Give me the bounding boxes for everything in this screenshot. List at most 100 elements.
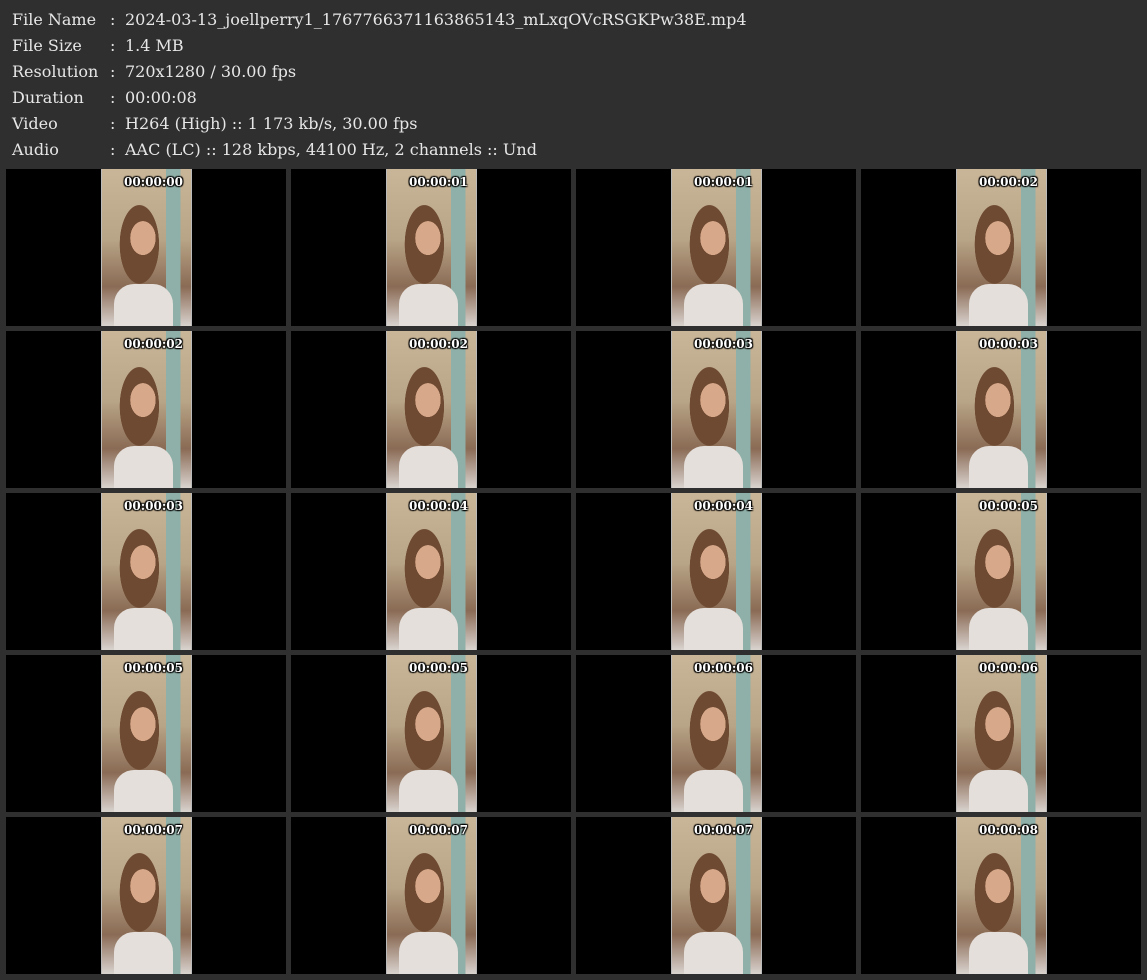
thumbnail-cell[interactable]: 00:00:02 bbox=[291, 331, 571, 488]
thumbnail-cell[interactable]: 00:00:01 bbox=[291, 169, 571, 326]
thumbnail-grid: 00:00:00 00:00:01 00:00:01 00:00:02 00:0… bbox=[6, 169, 1145, 979]
video-frame-image bbox=[672, 493, 761, 650]
video-frame-thumbnail: 00:00:01 bbox=[386, 169, 477, 326]
video-frame-thumbnail: 00:00:01 bbox=[671, 169, 762, 326]
thumbnail-cell[interactable]: 00:00:03 bbox=[576, 331, 856, 488]
thumbnail-cell[interactable]: 00:00:06 bbox=[861, 655, 1141, 812]
video-frame-thumbnail: 00:00:03 bbox=[671, 331, 762, 488]
thumbnail-cell[interactable]: 00:00:07 bbox=[6, 817, 286, 974]
thumbnail-cell[interactable]: 00:00:08 bbox=[861, 817, 1141, 974]
info-row-duration: Duration : 00:00:08 bbox=[0, 85, 1147, 111]
video-frame-thumbnail: 00:00:08 bbox=[956, 817, 1047, 974]
thumbnail-cell[interactable]: 00:00:04 bbox=[576, 493, 856, 650]
video-frame-image bbox=[672, 817, 761, 974]
info-value: 2024-03-13_joellperry1_17677663711638651… bbox=[125, 10, 747, 29]
video-frame-thumbnail: 00:00:05 bbox=[386, 655, 477, 812]
thumbnail-cell[interactable]: 00:00:05 bbox=[6, 655, 286, 812]
info-row-file-size: File Size : 1.4 MB bbox=[0, 33, 1147, 59]
timestamp-label: 00:00:03 bbox=[979, 337, 1038, 351]
timestamp-label: 00:00:02 bbox=[979, 175, 1038, 189]
video-frame-thumbnail: 00:00:02 bbox=[386, 331, 477, 488]
info-value: 720x1280 / 30.00 fps bbox=[125, 62, 297, 81]
video-frame-image bbox=[102, 493, 191, 650]
timestamp-label: 00:00:01 bbox=[409, 175, 468, 189]
timestamp-label: 00:00:07 bbox=[124, 823, 183, 837]
info-row-audio: Audio : AAC (LC) :: 128 kbps, 44100 Hz, … bbox=[0, 137, 1147, 163]
timestamp-label: 00:00:02 bbox=[409, 337, 468, 351]
video-frame-thumbnail: 00:00:03 bbox=[956, 331, 1047, 488]
video-frame-image bbox=[957, 169, 1046, 326]
info-separator: : bbox=[110, 36, 116, 55]
video-frame-image bbox=[957, 817, 1046, 974]
media-info-panel: File Name : 2024-03-13_joellperry1_17677… bbox=[0, 0, 1147, 167]
thumbnail-cell[interactable]: 00:00:02 bbox=[861, 169, 1141, 326]
video-frame-thumbnail: 00:00:04 bbox=[386, 493, 477, 650]
info-label: Duration bbox=[12, 88, 84, 107]
info-value: AAC (LC) :: 128 kbps, 44100 Hz, 2 channe… bbox=[125, 140, 537, 159]
video-frame-thumbnail: 00:00:04 bbox=[671, 493, 762, 650]
info-separator: : bbox=[110, 62, 116, 81]
video-frame-image bbox=[957, 655, 1046, 812]
timestamp-label: 00:00:04 bbox=[694, 499, 753, 513]
video-frame-image bbox=[102, 169, 191, 326]
thumbnail-cell[interactable]: 00:00:03 bbox=[6, 493, 286, 650]
info-row-resolution: Resolution : 720x1280 / 30.00 fps bbox=[0, 59, 1147, 85]
thumbnail-cell[interactable]: 00:00:00 bbox=[6, 169, 286, 326]
video-frame-image bbox=[387, 817, 476, 974]
video-frame-thumbnail: 00:00:06 bbox=[671, 655, 762, 812]
thumbnail-cell[interactable]: 00:00:03 bbox=[861, 331, 1141, 488]
timestamp-label: 00:00:07 bbox=[694, 823, 753, 837]
video-frame-thumbnail: 00:00:00 bbox=[101, 169, 192, 326]
video-frame-image bbox=[102, 655, 191, 812]
video-frame-image bbox=[102, 331, 191, 488]
video-frame-image bbox=[672, 331, 761, 488]
info-separator: : bbox=[110, 88, 116, 107]
video-frame-image bbox=[387, 169, 476, 326]
thumbnail-cell[interactable]: 00:00:04 bbox=[291, 493, 571, 650]
video-frame-thumbnail: 00:00:03 bbox=[101, 493, 192, 650]
info-separator: : bbox=[110, 114, 116, 133]
timestamp-label: 00:00:08 bbox=[979, 823, 1038, 837]
timestamp-label: 00:00:05 bbox=[124, 661, 183, 675]
video-frame-thumbnail: 00:00:07 bbox=[101, 817, 192, 974]
video-frame-image bbox=[672, 655, 761, 812]
info-row-file-name: File Name : 2024-03-13_joellperry1_17677… bbox=[0, 7, 1147, 33]
video-frame-thumbnail: 00:00:05 bbox=[101, 655, 192, 812]
info-value: H264 (High) :: 1 173 kb/s, 30.00 fps bbox=[125, 114, 418, 133]
thumbnail-cell[interactable]: 00:00:02 bbox=[6, 331, 286, 488]
info-label: Resolution bbox=[12, 62, 99, 81]
video-frame-image bbox=[387, 331, 476, 488]
video-frame-thumbnail: 00:00:06 bbox=[956, 655, 1047, 812]
info-separator: : bbox=[110, 140, 116, 159]
thumbnail-cell[interactable]: 00:00:07 bbox=[291, 817, 571, 974]
info-separator: : bbox=[110, 10, 116, 29]
video-frame-image bbox=[672, 169, 761, 326]
timestamp-label: 00:00:05 bbox=[409, 661, 468, 675]
timestamp-label: 00:00:00 bbox=[124, 175, 183, 189]
thumbnail-cell[interactable]: 00:00:05 bbox=[861, 493, 1141, 650]
video-frame-thumbnail: 00:00:07 bbox=[671, 817, 762, 974]
video-frame-image bbox=[957, 493, 1046, 650]
info-row-video: Video : H264 (High) :: 1 173 kb/s, 30.00… bbox=[0, 111, 1147, 137]
video-frame-thumbnail: 00:00:05 bbox=[956, 493, 1047, 650]
info-label: Audio bbox=[12, 140, 59, 159]
thumbnail-cell[interactable]: 00:00:06 bbox=[576, 655, 856, 812]
timestamp-label: 00:00:02 bbox=[124, 337, 183, 351]
timestamp-label: 00:00:03 bbox=[124, 499, 183, 513]
thumbnail-cell[interactable]: 00:00:07 bbox=[576, 817, 856, 974]
video-frame-image bbox=[387, 655, 476, 812]
video-frame-thumbnail: 00:00:02 bbox=[101, 331, 192, 488]
info-value: 1.4 MB bbox=[125, 36, 184, 55]
timestamp-label: 00:00:06 bbox=[979, 661, 1038, 675]
timestamp-label: 00:00:01 bbox=[694, 175, 753, 189]
timestamp-label: 00:00:04 bbox=[409, 499, 468, 513]
timestamp-label: 00:00:06 bbox=[694, 661, 753, 675]
video-frame-image bbox=[102, 817, 191, 974]
thumbnail-cell[interactable]: 00:00:01 bbox=[576, 169, 856, 326]
thumbnail-cell[interactable]: 00:00:05 bbox=[291, 655, 571, 812]
video-frame-image bbox=[387, 493, 476, 650]
timestamp-label: 00:00:05 bbox=[979, 499, 1038, 513]
video-frame-image bbox=[957, 331, 1046, 488]
video-frame-thumbnail: 00:00:02 bbox=[956, 169, 1047, 326]
info-value: 00:00:08 bbox=[125, 88, 197, 107]
